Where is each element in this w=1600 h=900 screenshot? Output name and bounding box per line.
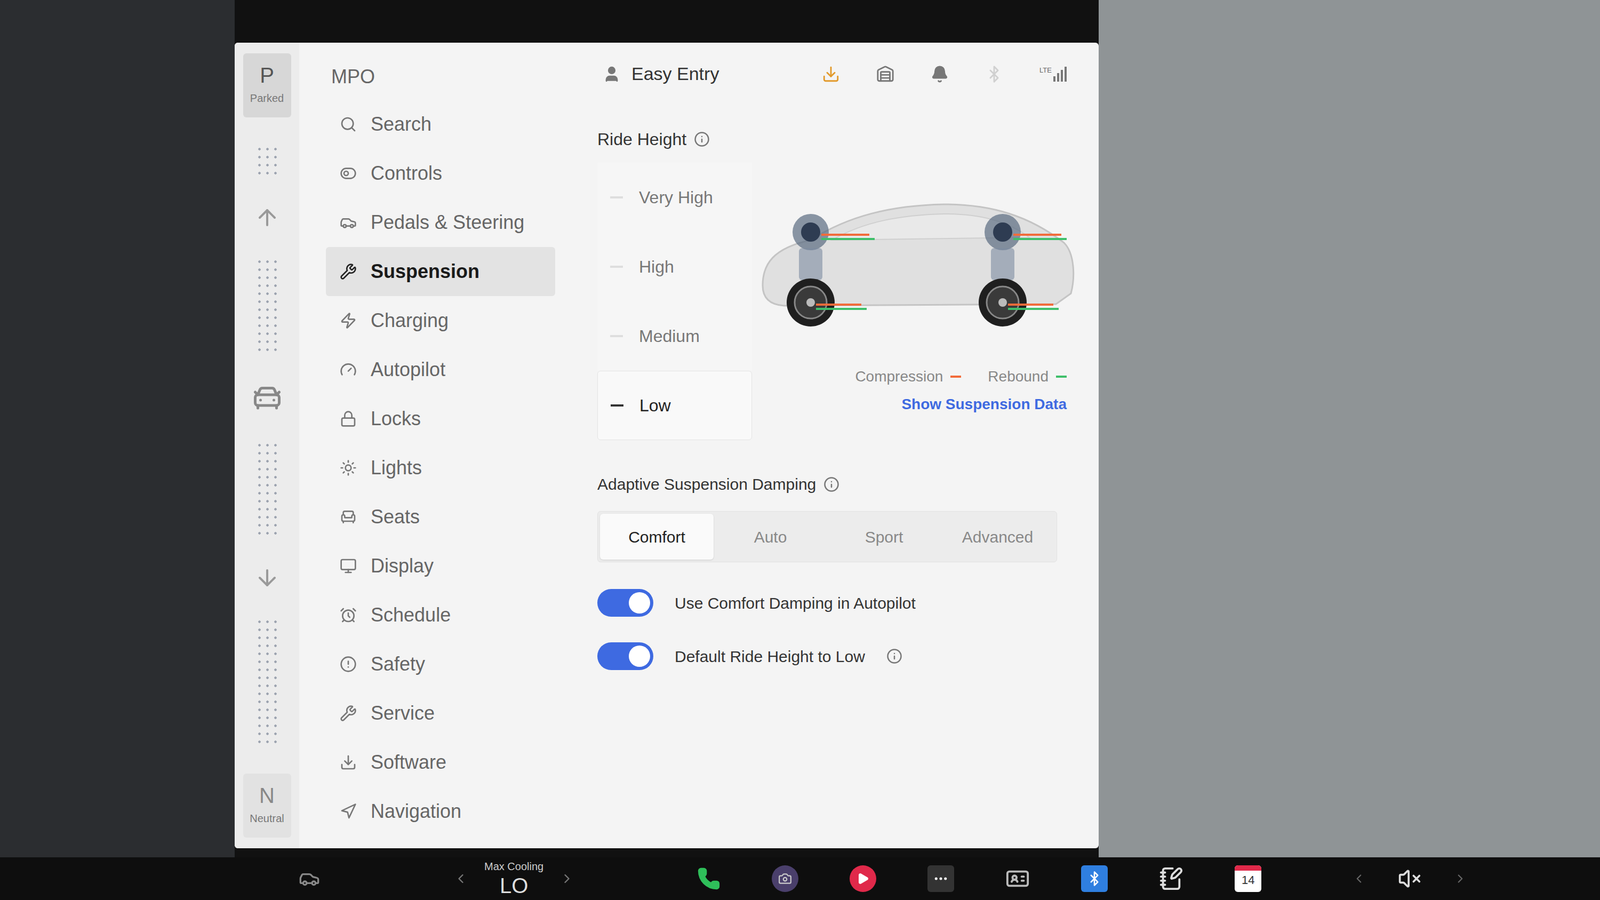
climate-control[interactable]: Max CoolingLO (453, 860, 575, 896)
damping-title: Adaptive Suspension Damping (597, 472, 1078, 496)
map-area (1098, 0, 1600, 858)
header-bar: Easy Entry LTE (597, 42, 1078, 100)
menu-icon (339, 115, 357, 133)
menu-icon (339, 459, 357, 477)
toggle-switch[interactable] (597, 588, 654, 617)
damping-option[interactable]: Auto (713, 513, 828, 560)
notes-icon[interactable] (1158, 866, 1184, 891)
car-icon (251, 381, 284, 414)
music-icon[interactable] (849, 865, 877, 892)
damping-option[interactable]: Comfort (600, 513, 714, 560)
gear-strip: PParked NNeutral (234, 42, 300, 848)
menu-icon (339, 802, 357, 820)
toggle-switch[interactable] (597, 642, 654, 670)
chevron-left-icon[interactable] (1352, 871, 1366, 886)
camera-icon[interactable] (771, 865, 799, 892)
menu-icon (339, 508, 357, 526)
menu-icon (339, 312, 357, 330)
gear-dots (255, 617, 279, 746)
chevron-left-icon[interactable] (453, 870, 469, 886)
level-mark (610, 265, 623, 268)
arrow-up-icon (254, 204, 280, 231)
sidebar-item[interactable]: Pedals & Steering (325, 197, 556, 247)
bell-icon[interactable] (930, 65, 949, 84)
car-icon[interactable] (298, 867, 320, 890)
toggle-row: Use Comfort Damping in Autopilot (597, 588, 1078, 617)
menu-icon (339, 704, 357, 722)
arrow-down-icon (254, 564, 280, 591)
damping-segmented-control: ComfortAutoSportAdvanced (597, 510, 1058, 563)
calendar-icon[interactable]: 14 (1234, 865, 1262, 892)
gear-dots (255, 145, 279, 178)
suspension-legend: CompressionRebound (854, 365, 1067, 388)
user-icon (602, 65, 621, 84)
sidebar-item[interactable]: Autopilot (325, 345, 556, 395)
more-icon[interactable] (927, 865, 955, 892)
sidebar-title: MPO (325, 42, 587, 100)
sidebar-item[interactable]: Seats (325, 492, 556, 542)
interior-area (0, 0, 235, 858)
download-icon[interactable] (821, 65, 840, 84)
legend-swatch (950, 375, 962, 378)
phone-icon[interactable] (697, 866, 721, 891)
info-icon[interactable] (693, 131, 710, 148)
gear-dots (255, 257, 279, 354)
info-icon[interactable] (886, 648, 903, 664)
level-mark (610, 334, 623, 338)
sidebar-item[interactable]: Charging (325, 296, 556, 346)
gear-box[interactable]: NNeutral (243, 773, 292, 838)
info-icon[interactable] (823, 476, 840, 493)
level-mark (610, 404, 624, 407)
bluetooth-icon[interactable] (1081, 865, 1108, 892)
menu-icon (339, 213, 357, 231)
sidebar-item[interactable]: Service (325, 688, 556, 738)
ride-height-option[interactable]: Low (597, 370, 752, 440)
gear-box[interactable]: PParked (243, 53, 292, 118)
sidebar-item[interactable]: Locks (325, 394, 556, 444)
damping-option[interactable]: Sport (827, 513, 941, 560)
ride-height-options: Very HighHighMediumLow (597, 162, 752, 440)
damping-option[interactable]: Advanced (940, 513, 1055, 560)
volume-muted-icon[interactable] (1397, 866, 1422, 891)
sidebar: MPOSearchControlsPedals & SteeringSuspen… (299, 42, 598, 848)
level-mark (610, 196, 623, 199)
sidebar-item[interactable]: Controls (325, 148, 556, 198)
menu-icon (339, 164, 357, 182)
chevron-right-icon[interactable] (559, 870, 575, 886)
ride-height-option[interactable]: Medium (597, 301, 752, 371)
menu-icon (339, 557, 357, 575)
legend-swatch (1056, 375, 1067, 378)
settings-panel: PParkedNNeutralMPOSearchControlsPedals &… (234, 42, 1099, 848)
manual-icon[interactable] (1005, 866, 1030, 891)
menu-icon (339, 753, 357, 771)
garage-icon[interactable] (876, 65, 895, 84)
ride-height-option[interactable]: High (597, 232, 752, 302)
sidebar-item[interactable]: Navigation (325, 786, 556, 836)
bluetooth-icon[interactable] (985, 65, 1004, 84)
ride-height-option[interactable]: Very High (597, 162, 752, 232)
menu-icon (339, 606, 357, 624)
suspension-data-link[interactable]: Show Suspension Data (901, 393, 1067, 416)
sidebar-item[interactable]: Safety (325, 639, 556, 689)
sidebar-item[interactable]: Search (325, 99, 556, 149)
chevron-right-icon[interactable] (1453, 871, 1468, 886)
signal-indicator: LTE (1039, 66, 1067, 82)
menu-icon (339, 655, 357, 673)
sidebar-item[interactable]: Suspension (325, 246, 556, 296)
sidebar-item[interactable]: Lights (325, 443, 556, 493)
menu-icon (339, 361, 357, 379)
sidebar-item[interactable]: Schedule (325, 590, 556, 640)
menu-icon (339, 410, 357, 428)
sidebar-item[interactable]: Software (325, 737, 556, 787)
toggle-row: Default Ride Height to Low (597, 642, 1078, 670)
sidebar-item[interactable]: Display (325, 541, 556, 591)
screen-photo: PParkedNNeutralMPOSearchControlsPedals &… (0, 0, 1600, 900)
content: Easy Entry LTE Ride Height Very HighHighMed… (597, 42, 1099, 848)
profile-button[interactable]: Easy Entry (602, 60, 719, 88)
car-suspension-icon (752, 184, 1078, 328)
taskbar: Max CoolingLO 14 (0, 857, 1600, 900)
ride-height-title: Ride Height (597, 126, 1078, 152)
gear-dots (255, 441, 279, 538)
menu-icon (339, 262, 357, 280)
